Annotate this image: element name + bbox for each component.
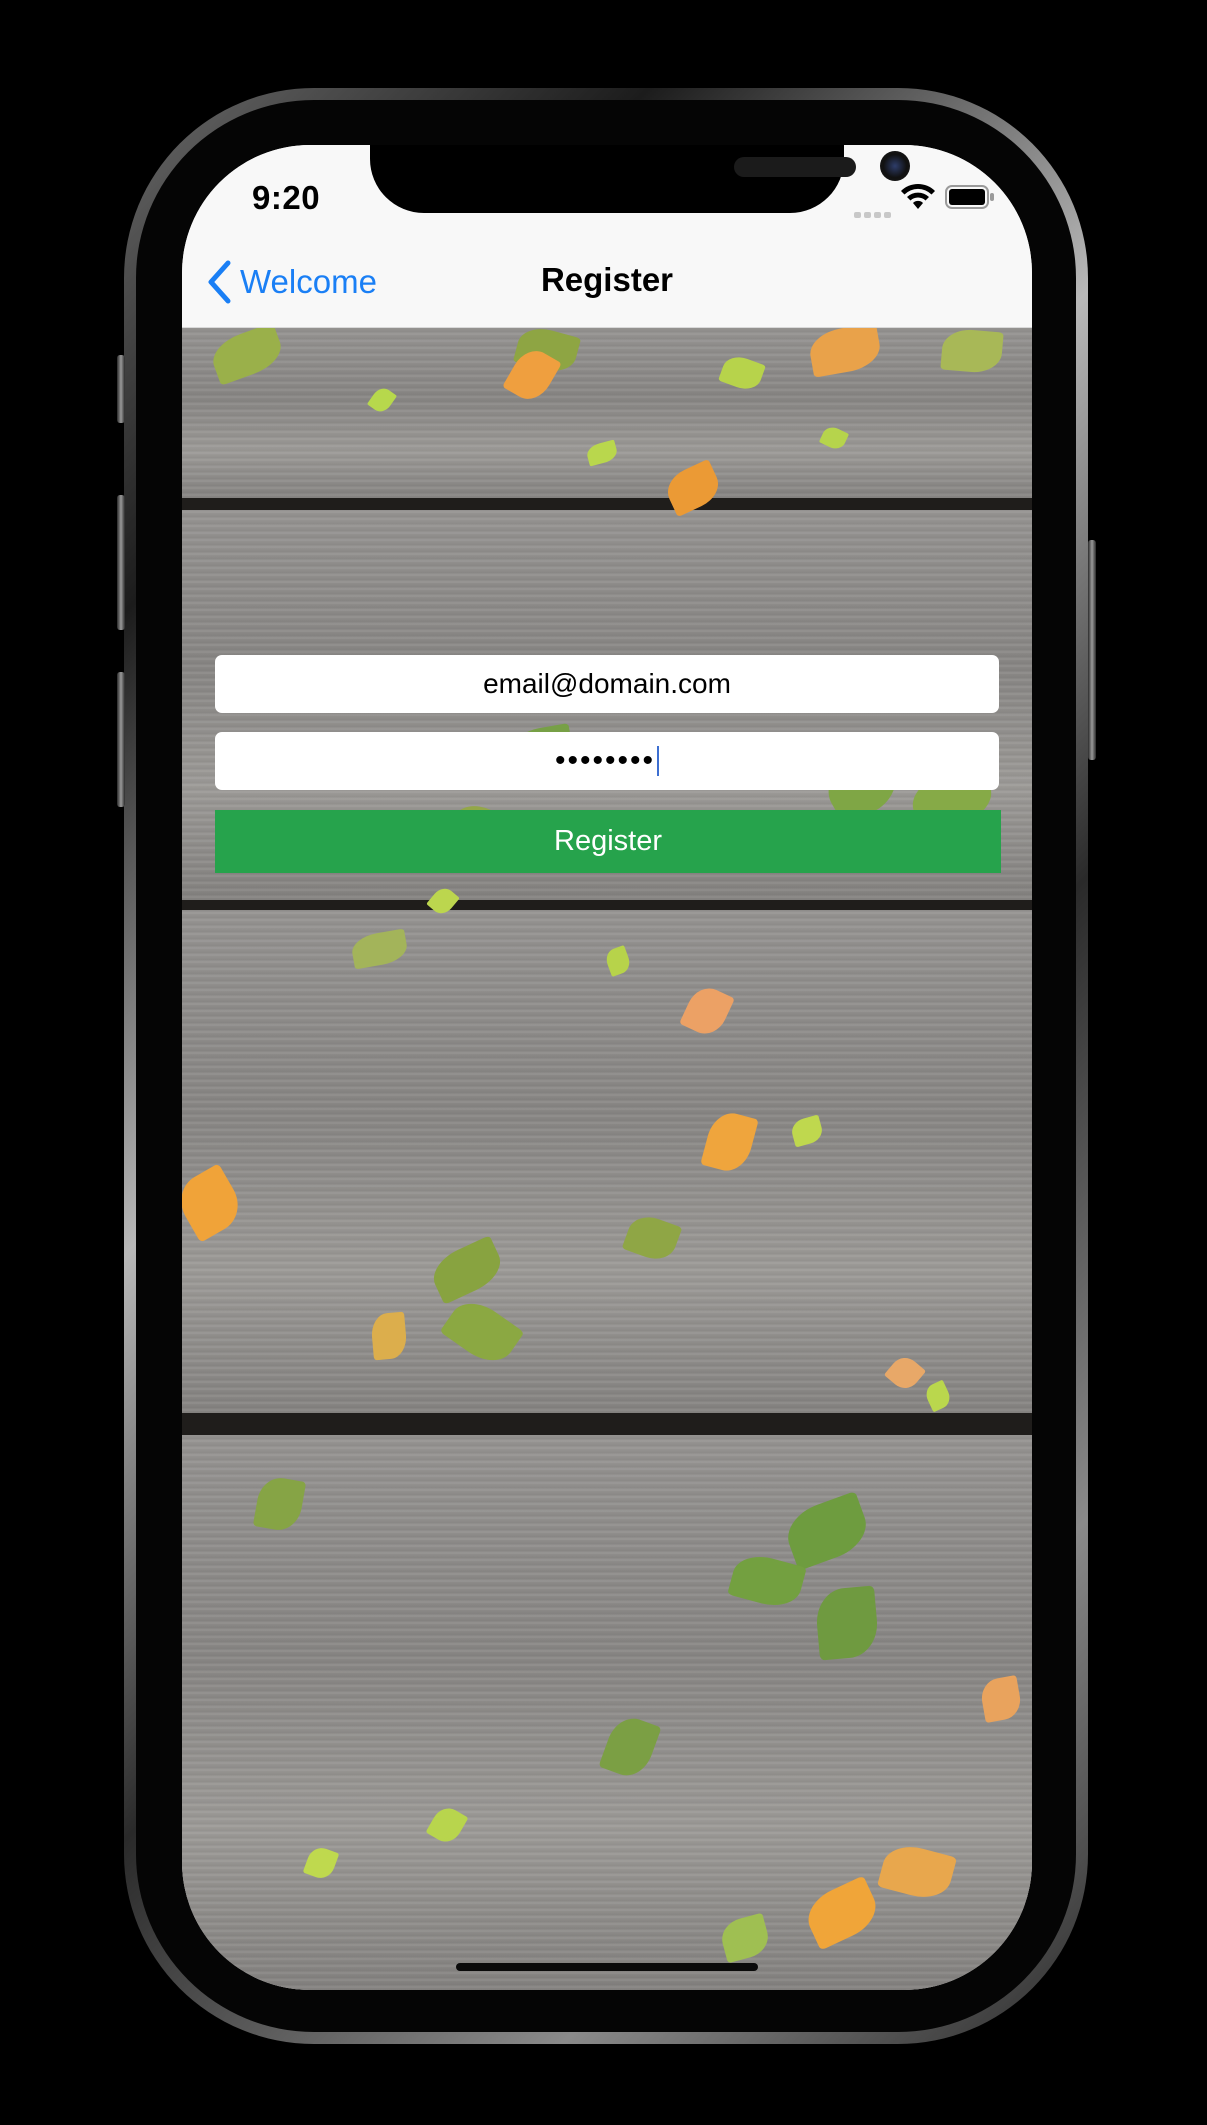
navigation-bar: Welcome Register [182, 235, 1032, 328]
board-gap [182, 498, 1032, 510]
wood-board [182, 910, 1032, 1425]
password-field[interactable]: •••••••• [215, 732, 999, 790]
home-indicator[interactable] [456, 1963, 758, 1971]
password-value: •••••••• [554, 744, 656, 777]
register-button[interactable]: Register [215, 810, 1001, 873]
background-image: email@domain.com •••••••• Register [182, 328, 1032, 1990]
notch [370, 145, 910, 213]
speaker [734, 157, 856, 177]
silent-switch [117, 355, 125, 423]
page-title: Register [540, 261, 674, 298]
text-cursor [657, 746, 660, 776]
screen: email@domain.com •••••••• Register 9:20 [182, 145, 1032, 1990]
signal-icon [854, 200, 898, 218]
board-gap [182, 900, 1032, 910]
board-gap [182, 1413, 1032, 1435]
status-time: 9:20 [252, 179, 321, 216]
register-button-label: Register [554, 825, 662, 857]
volume-up-button [117, 495, 125, 630]
battery-icon [945, 185, 994, 209]
wood-board [182, 328, 1032, 503]
wood-board [182, 1435, 1032, 1990]
front-camera [880, 151, 910, 181]
email-field[interactable]: email@domain.com [215, 655, 999, 713]
volume-down-button [117, 672, 125, 807]
email-value: email@domain.com [483, 668, 731, 699]
power-button [1088, 540, 1096, 760]
wifi-icon [901, 183, 935, 209]
